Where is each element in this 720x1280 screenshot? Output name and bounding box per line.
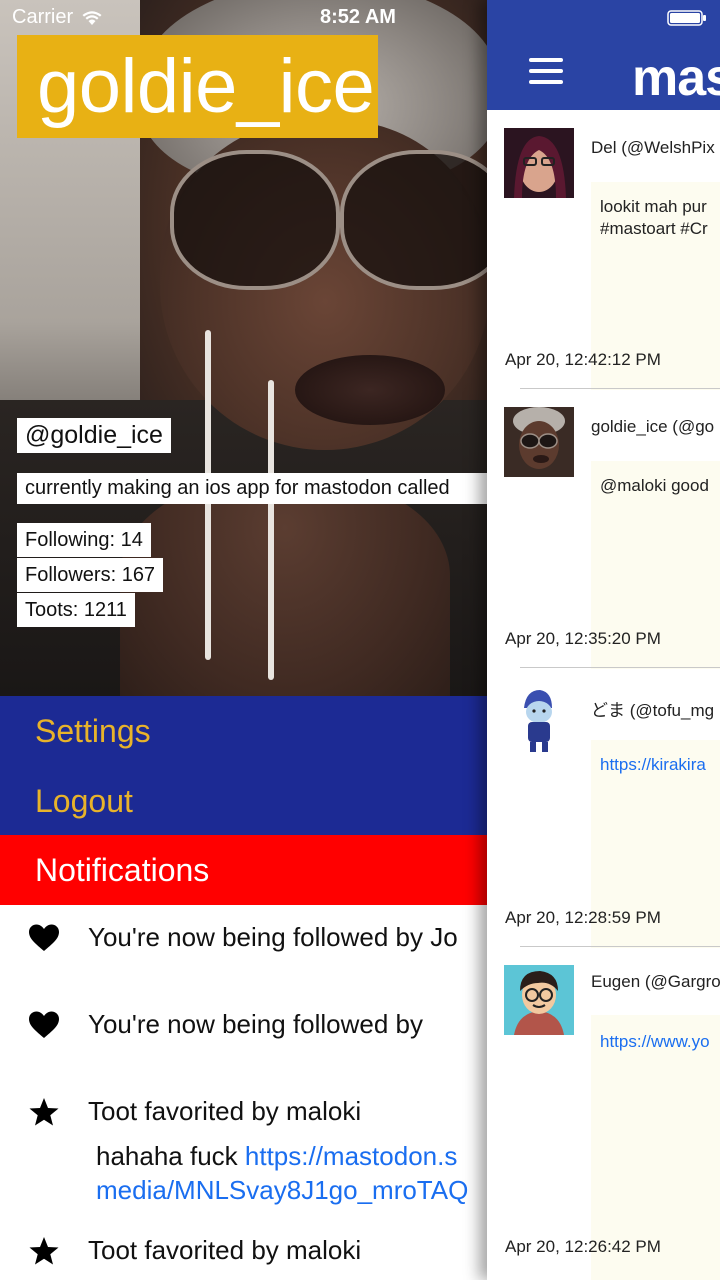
toot-author: Del (@WelshPix bbox=[591, 138, 715, 157]
toot-content-line: #mastoart #Cr bbox=[600, 219, 708, 238]
avatar[interactable] bbox=[504, 128, 574, 198]
notification-item[interactable]: You're now being followed by bbox=[0, 1009, 520, 1040]
status-bar-left: Carrier bbox=[12, 6, 103, 29]
battery-icon bbox=[667, 10, 706, 26]
toot-author: Eugen (@Gargro bbox=[591, 972, 720, 991]
menu-item-settings[interactable]: Settings bbox=[0, 696, 520, 766]
notification-toot-body: hahaha fuck https://mastodon.s media/MNL… bbox=[96, 1139, 520, 1207]
notifications-header[interactable]: Notifications bbox=[0, 835, 520, 905]
navigation-bar: mas bbox=[487, 0, 720, 110]
following-count: Following: 14 bbox=[17, 523, 151, 557]
toot-timestamp: Apr 20, 12:42:12 PM bbox=[505, 350, 661, 369]
notification-item[interactable]: You're now being followed by Jo bbox=[0, 922, 520, 953]
notification-item[interactable]: Toot favorited by maloki hahaha fuck htt… bbox=[0, 1096, 520, 1207]
profile-handle: @goldie_ice bbox=[17, 418, 171, 453]
heart-icon bbox=[29, 1011, 59, 1038]
menu-item-logout[interactable]: Logout bbox=[0, 766, 520, 836]
star-icon bbox=[29, 1097, 59, 1125]
toot-content: lookit mah pur #mastoart #Cr bbox=[600, 196, 708, 240]
toot-author: goldie_ice (@go bbox=[591, 417, 715, 436]
toot-content: @maloki good bbox=[600, 476, 709, 495]
toot-content-line: lookit mah pur bbox=[600, 197, 707, 216]
toot-link[interactable]: https://www.yo bbox=[600, 1032, 710, 1051]
toots-count: Toots: 1211 bbox=[17, 593, 135, 627]
heart-icon bbox=[29, 924, 59, 951]
side-drawer: Carrier 8:52 AM goldie_ice @goldie_ice c… bbox=[0, 0, 520, 1280]
avatar[interactable] bbox=[504, 965, 574, 1035]
toot-timestamp: Apr 20, 12:26:42 PM bbox=[505, 1237, 661, 1256]
notification-text: Toot favorited by maloki bbox=[88, 1235, 362, 1265]
toot-cell[interactable]: goldie_ice (@go @maloki good Apr 20, 12:… bbox=[487, 389, 720, 669]
carrier-label: Carrier bbox=[12, 6, 74, 28]
notification-item[interactable]: Toot favorited by maloki bbox=[0, 1235, 520, 1266]
toot-link[interactable]: https://kirakira bbox=[600, 755, 706, 774]
toot-content: https://www.yo bbox=[600, 1031, 710, 1053]
timeline-view[interactable]: mas Del (@WelshPix lookit mah pur #masto… bbox=[487, 0, 720, 1280]
menu-icon[interactable] bbox=[529, 58, 563, 88]
username-title: goldie_ice bbox=[37, 43, 375, 129]
toot-cell[interactable]: どま (@tofu_mg https://kirakira Apr 20, 12… bbox=[487, 668, 720, 948]
toot-timestamp: Apr 20, 12:35:20 PM bbox=[505, 629, 661, 648]
username-banner: goldie_ice bbox=[17, 35, 379, 138]
toot-author: どま (@tofu_mg bbox=[591, 701, 715, 720]
notification-toot-text: hahaha fuck bbox=[96, 1141, 245, 1171]
notification-toot-link[interactable]: https://mastodon.s bbox=[245, 1141, 457, 1171]
profile-bio: currently making an ios app for mastodon… bbox=[17, 473, 497, 504]
notification-text: Toot favorited by maloki bbox=[88, 1096, 362, 1126]
notification-toot-link-continued[interactable]: media/MNLSvay8J1go_mroTAQ bbox=[96, 1175, 468, 1205]
wifi-icon bbox=[82, 10, 102, 25]
toot-timestamp: Apr 20, 12:28:59 PM bbox=[505, 908, 661, 927]
avatar[interactable] bbox=[504, 686, 574, 756]
notification-text: You're now being followed by Jo bbox=[88, 922, 458, 952]
toot-cell[interactable]: Del (@WelshPix lookit mah pur #mastoart … bbox=[487, 110, 720, 390]
notification-text: You're now being followed by bbox=[88, 1009, 424, 1039]
avatar[interactable] bbox=[504, 407, 574, 477]
toot-cell[interactable]: Eugen (@Gargro https://www.yo Apr 20, 12… bbox=[487, 947, 720, 1280]
status-bar-time: 8:52 AM bbox=[320, 6, 396, 28]
toot-content: https://kirakira bbox=[600, 754, 706, 776]
app-title: mas bbox=[632, 49, 720, 107]
followers-count: Followers: 167 bbox=[17, 558, 164, 592]
star-icon bbox=[29, 1236, 59, 1264]
